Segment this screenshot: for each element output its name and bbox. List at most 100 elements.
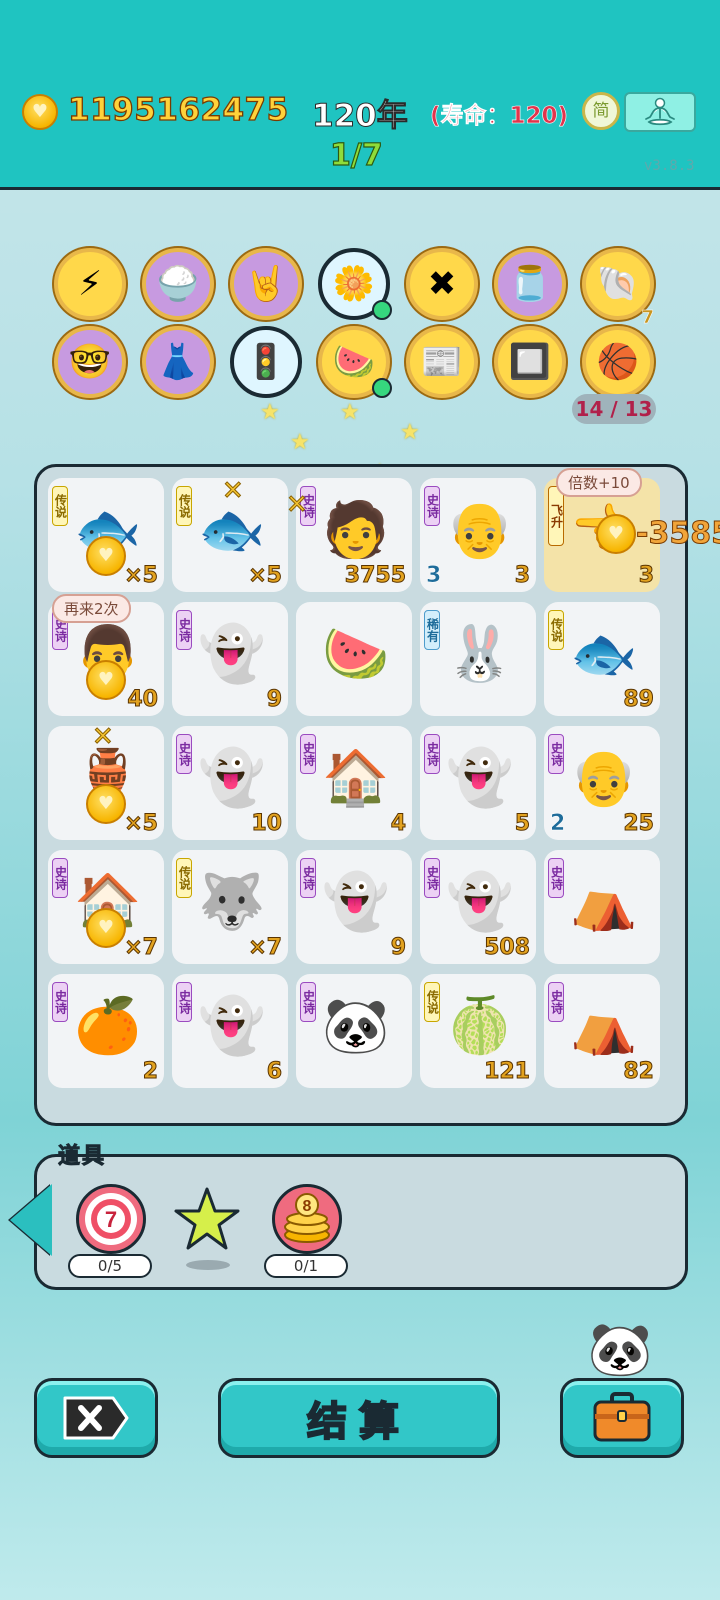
items-scroll-left-button[interactable] bbox=[10, 1184, 52, 1256]
relic-doodle-face[interactable]: 🤓 bbox=[54, 326, 126, 398]
board-cell[interactable]: 史诗 🐼 bbox=[296, 974, 412, 1088]
board-cell[interactable]: 史诗 👴 3 3 bbox=[420, 478, 536, 592]
discard-button[interactable] bbox=[34, 1378, 158, 1458]
shell-icon: 🐚 bbox=[596, 264, 640, 304]
coin-stack-item[interactable]: 8 bbox=[272, 1184, 342, 1254]
relic-rock-hand[interactable]: 🤘 bbox=[230, 248, 302, 320]
items-title: 道具 bbox=[57, 1144, 107, 1170]
floating-value: -3585 bbox=[636, 516, 720, 552]
relic-fruit-plate[interactable]: 🍉 bbox=[318, 326, 392, 398]
symbol-counter: 2 bbox=[550, 811, 566, 837]
settle-button[interactable]: 结算 bbox=[218, 1378, 500, 1458]
star-item[interactable] bbox=[172, 1184, 242, 1254]
flower-pot-icon: 🌼 bbox=[332, 264, 376, 304]
relic-shell[interactable]: 🐚 7 bbox=[582, 248, 654, 328]
rarity-tag: 史诗 bbox=[176, 982, 192, 1022]
rarity-tag: 史诗 bbox=[300, 858, 316, 898]
rice-bowl-icon: 🍚 bbox=[156, 264, 200, 304]
fruit-plate-icon: 🍉 bbox=[332, 342, 376, 382]
symbol-value: 9 bbox=[266, 687, 282, 713]
symbol-value: ×5 bbox=[124, 563, 159, 589]
symbol-value: 10 bbox=[251, 811, 283, 837]
rarity-tag: 传说 bbox=[176, 858, 192, 898]
rarity-tag: 传说 bbox=[176, 486, 192, 526]
board-cell[interactable]: 史诗 ⛺ bbox=[544, 850, 660, 964]
relic-delete-tag[interactable]: ✖ bbox=[406, 248, 478, 320]
board-cell[interactable]: 传说 🐟 89 bbox=[544, 602, 660, 716]
relic-time-magazine[interactable]: 📰 bbox=[406, 326, 478, 398]
rarity-tag: 史诗 bbox=[548, 734, 564, 774]
dart-item[interactable]: 7 bbox=[76, 1184, 146, 1254]
board-cell[interactable]: 史诗 🍊 2 bbox=[48, 974, 164, 1088]
gold-coin-icon bbox=[86, 660, 126, 700]
active-indicator bbox=[372, 378, 392, 398]
stage-progress: 1/7 bbox=[329, 137, 383, 173]
board-cell[interactable]: 稀有 🐰 bbox=[420, 602, 536, 716]
symbol-value: 508 bbox=[484, 935, 531, 961]
active-indicator bbox=[372, 300, 392, 320]
symbol-value: 40 bbox=[127, 687, 159, 713]
symbol-value: 9 bbox=[390, 935, 406, 961]
relic-traffic-ghost[interactable]: 🚦 bbox=[230, 326, 302, 398]
inventory-button[interactable] bbox=[560, 1378, 684, 1458]
gold-coin-icon bbox=[22, 94, 58, 130]
retry-bubble: 再来2次 bbox=[52, 594, 131, 623]
relic-skirt[interactable]: 👗 bbox=[142, 326, 214, 398]
rarity-tag: 传说 bbox=[548, 610, 564, 650]
jar-icon: 🫙 bbox=[508, 264, 552, 304]
board-cell[interactable]: 史诗 👻 508 bbox=[420, 850, 536, 964]
chip-icon: 🔲 bbox=[508, 342, 552, 382]
symbol-icon: ⛺ bbox=[570, 870, 638, 933]
relic-rice-bowl[interactable]: 🍚 bbox=[142, 248, 214, 320]
basketballs-icon: 🏀 bbox=[596, 342, 640, 382]
rarity-tag: 史诗 bbox=[424, 734, 440, 774]
symbol-icon: 👻 bbox=[198, 622, 266, 685]
board-cell[interactable]: 传说 🐺 ×7 bbox=[172, 850, 288, 964]
board-cell[interactable]: 🍉 bbox=[296, 602, 412, 716]
target-icon: 7 bbox=[85, 1193, 137, 1245]
gold-coin-icon bbox=[86, 784, 126, 824]
language-toggle-button[interactable]: 简 bbox=[582, 92, 620, 130]
board-cell[interactable]: 史诗 🏠 4 bbox=[296, 726, 412, 840]
symbol-icon: 🍈 bbox=[446, 994, 514, 1057]
symbol-value: 25 bbox=[623, 811, 655, 837]
board-cell[interactable]: 史诗 👻 5 bbox=[420, 726, 536, 840]
symbol-icon: 🐰 bbox=[446, 622, 514, 685]
year-counter: 120年 bbox=[312, 98, 409, 135]
traffic-ghost-icon: 🚦 bbox=[244, 342, 288, 382]
rock-hand-icon: 🤘 bbox=[244, 264, 288, 304]
rarity-tag: 稀有 bbox=[424, 610, 440, 650]
board-cell[interactable]: 史诗 👻 10 bbox=[172, 726, 288, 840]
board-cell[interactable]: 史诗 👻 9 bbox=[172, 602, 288, 716]
symbol-icon: 🧑 bbox=[322, 498, 390, 561]
rarity-tag: 史诗 bbox=[300, 734, 316, 774]
symbol-icon: 👻 bbox=[322, 870, 390, 933]
relic-basketballs[interactable]: 🏀 bbox=[582, 326, 654, 398]
symbol-value: 82 bbox=[623, 1059, 655, 1085]
star-icon: ★ bbox=[260, 400, 280, 425]
symbol-value: ×7 bbox=[248, 935, 283, 961]
board-cell[interactable]: 史诗 ⛺ 82 bbox=[544, 974, 660, 1088]
board-cell[interactable]: 史诗 👻 9 bbox=[296, 850, 412, 964]
board-cell[interactable]: 传说🐟×5 bbox=[48, 478, 164, 592]
star-icon: ★ bbox=[340, 400, 360, 425]
gold-amount: 1195162475 bbox=[67, 91, 289, 128]
symbol-icon: 👻 bbox=[198, 746, 266, 809]
relic-chip[interactable]: 🔲 bbox=[494, 326, 566, 398]
relic-flower-pot[interactable]: 🌼 bbox=[318, 248, 392, 320]
symbol-icon: 🐟 bbox=[570, 622, 638, 685]
board-cell[interactable]: 史诗 🧑 3755 bbox=[296, 478, 412, 592]
board-cell[interactable]: 史诗 👴 25 2 bbox=[544, 726, 660, 840]
board-cell[interactable]: 史诗🏠×7 bbox=[48, 850, 164, 964]
meditate-button[interactable] bbox=[624, 92, 696, 132]
relic-count: 7 bbox=[641, 307, 654, 329]
rarity-tag: 史诗 bbox=[548, 858, 564, 898]
board-cell[interactable]: 传说 🍈 121 bbox=[420, 974, 536, 1088]
cross-mark-icon: ✕ bbox=[222, 476, 245, 507]
coin-stack-icon: 8 bbox=[284, 1193, 330, 1243]
board-cell[interactable]: 史诗 👻 6 bbox=[172, 974, 288, 1088]
rarity-tag: 史诗 bbox=[424, 858, 440, 898]
relic-jar[interactable]: 🫙 bbox=[494, 248, 566, 320]
relic-lightning[interactable]: ⚡ bbox=[54, 248, 126, 320]
symbol-value: 3755 bbox=[344, 563, 406, 589]
